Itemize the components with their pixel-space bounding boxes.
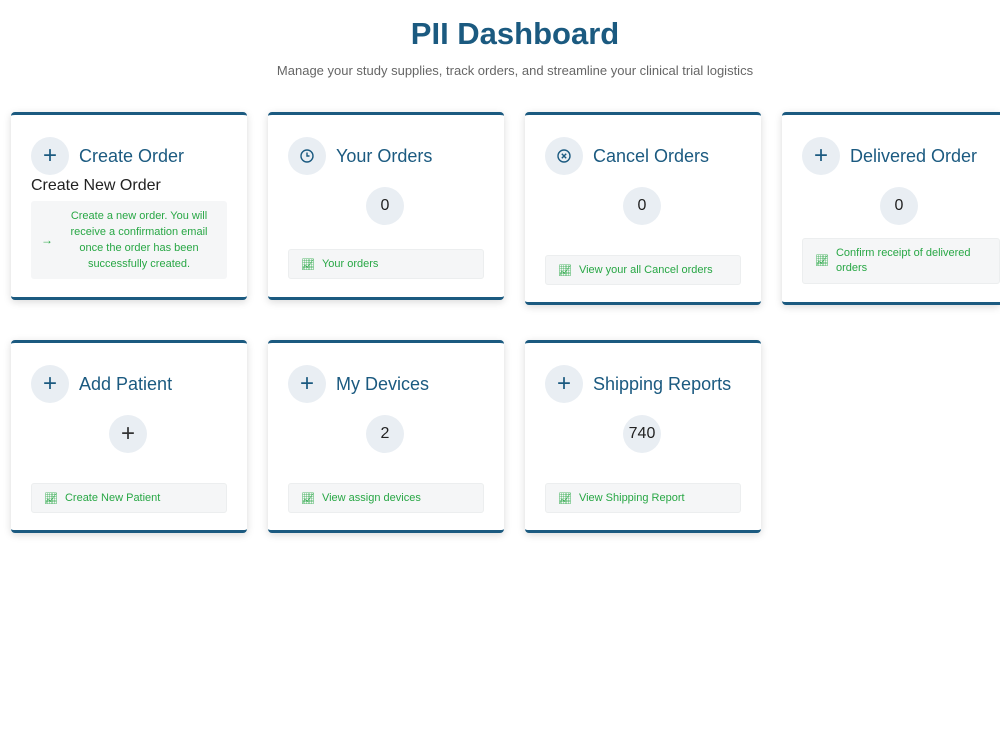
card-header: + My Devices [288, 365, 429, 403]
chart-line-icon: 📈︎ [301, 258, 315, 271]
shipping-reports-count: 740 [623, 415, 661, 453]
card-header: Cancel Orders [545, 137, 709, 175]
card-title: Shipping Reports [593, 373, 732, 394]
create-new-patient-link[interactable]: 📈︎ Create New Patient [31, 483, 227, 513]
card-title: Create Order [79, 145, 185, 166]
view-shipping-report-link[interactable]: 📈︎ View Shipping Report [545, 483, 741, 513]
card-title: Your Orders [336, 145, 433, 166]
action-label: View your all Cancel orders [578, 264, 713, 276]
card-header: + Add Patient [31, 365, 172, 403]
plus-icon: + [31, 365, 69, 403]
create-new-order-heading: Create New Order [31, 177, 161, 194]
action-label: View Shipping Report [578, 492, 685, 504]
your-orders-link[interactable]: 📈︎ Your orders [288, 249, 484, 279]
your-orders-count: 0 [366, 187, 404, 225]
card-title: Cancel Orders [593, 145, 710, 166]
view-assign-devices-link[interactable]: 📈︎ View assign devices [288, 483, 484, 513]
create-order-description-box[interactable]: → Create a new order. You will receive a… [31, 201, 227, 279]
delivered-order-count: 0 [880, 187, 918, 225]
plus-icon: + [545, 365, 583, 403]
your-orders-card[interactable]: Your Orders 0 📈︎ Your orders [268, 112, 504, 300]
shipping-reports-card[interactable]: + Shipping Reports 740 📈︎ View Shipping … [525, 340, 761, 533]
card-header: + Shipping Reports [545, 365, 731, 403]
circle-x-icon [545, 137, 583, 175]
delivered-order-card[interactable]: + Delivered Order 0 📈︎ Confirm receipt o… [782, 112, 1000, 305]
create-order-description: Create a new order. You will receive a c… [70, 210, 208, 270]
card-header: + Delivered Order [802, 137, 977, 175]
plus-icon: + [31, 137, 69, 175]
plus-icon: + [802, 137, 840, 175]
page-subtitle: Manage your study supplies, track orders… [276, 63, 754, 78]
chart-line-icon: 📈︎ [558, 492, 572, 505]
chart-line-icon: 📈︎ [558, 264, 572, 277]
card-header: Your Orders [288, 137, 432, 175]
card-header: + Create Order [31, 137, 184, 175]
chart-line-icon: 📈︎ [44, 492, 58, 505]
create-order-card[interactable]: + Create Order Create New Order → Create… [11, 112, 247, 300]
cancel-orders-count: 0 [623, 187, 661, 225]
my-devices-count: 2 [366, 415, 404, 453]
add-patient-plus-icon[interactable]: + [109, 415, 147, 453]
add-patient-card[interactable]: + Add Patient + 📈︎ Create New Patient [11, 340, 247, 533]
chart-line-icon: 📈︎ [815, 254, 829, 267]
clock-icon [288, 137, 326, 175]
plus-icon: + [288, 365, 326, 403]
card-title: Delivered Order [850, 145, 978, 166]
cancel-orders-card[interactable]: Cancel Orders 0 📈︎ View your all Cancel … [525, 112, 761, 305]
action-label: Your orders [321, 258, 379, 270]
chart-line-icon: 📈︎ [301, 492, 315, 505]
cancel-orders-link[interactable]: 📈︎ View your all Cancel orders [545, 255, 741, 285]
page-title: PII Dashboard [410, 16, 620, 51]
card-title: My Devices [336, 373, 430, 394]
card-title: Add Patient [79, 373, 173, 394]
action-label: Create New Patient [64, 492, 161, 504]
action-label: Confirm receipt of delivered orders [835, 247, 971, 274]
action-label: View assign devices [321, 492, 421, 504]
my-devices-card[interactable]: + My Devices 2 📈︎ View assign devices [268, 340, 504, 533]
arrow-right-icon: → [41, 233, 53, 247]
delivered-order-link[interactable]: 📈︎ Confirm receipt of delivered orders [802, 238, 1000, 284]
